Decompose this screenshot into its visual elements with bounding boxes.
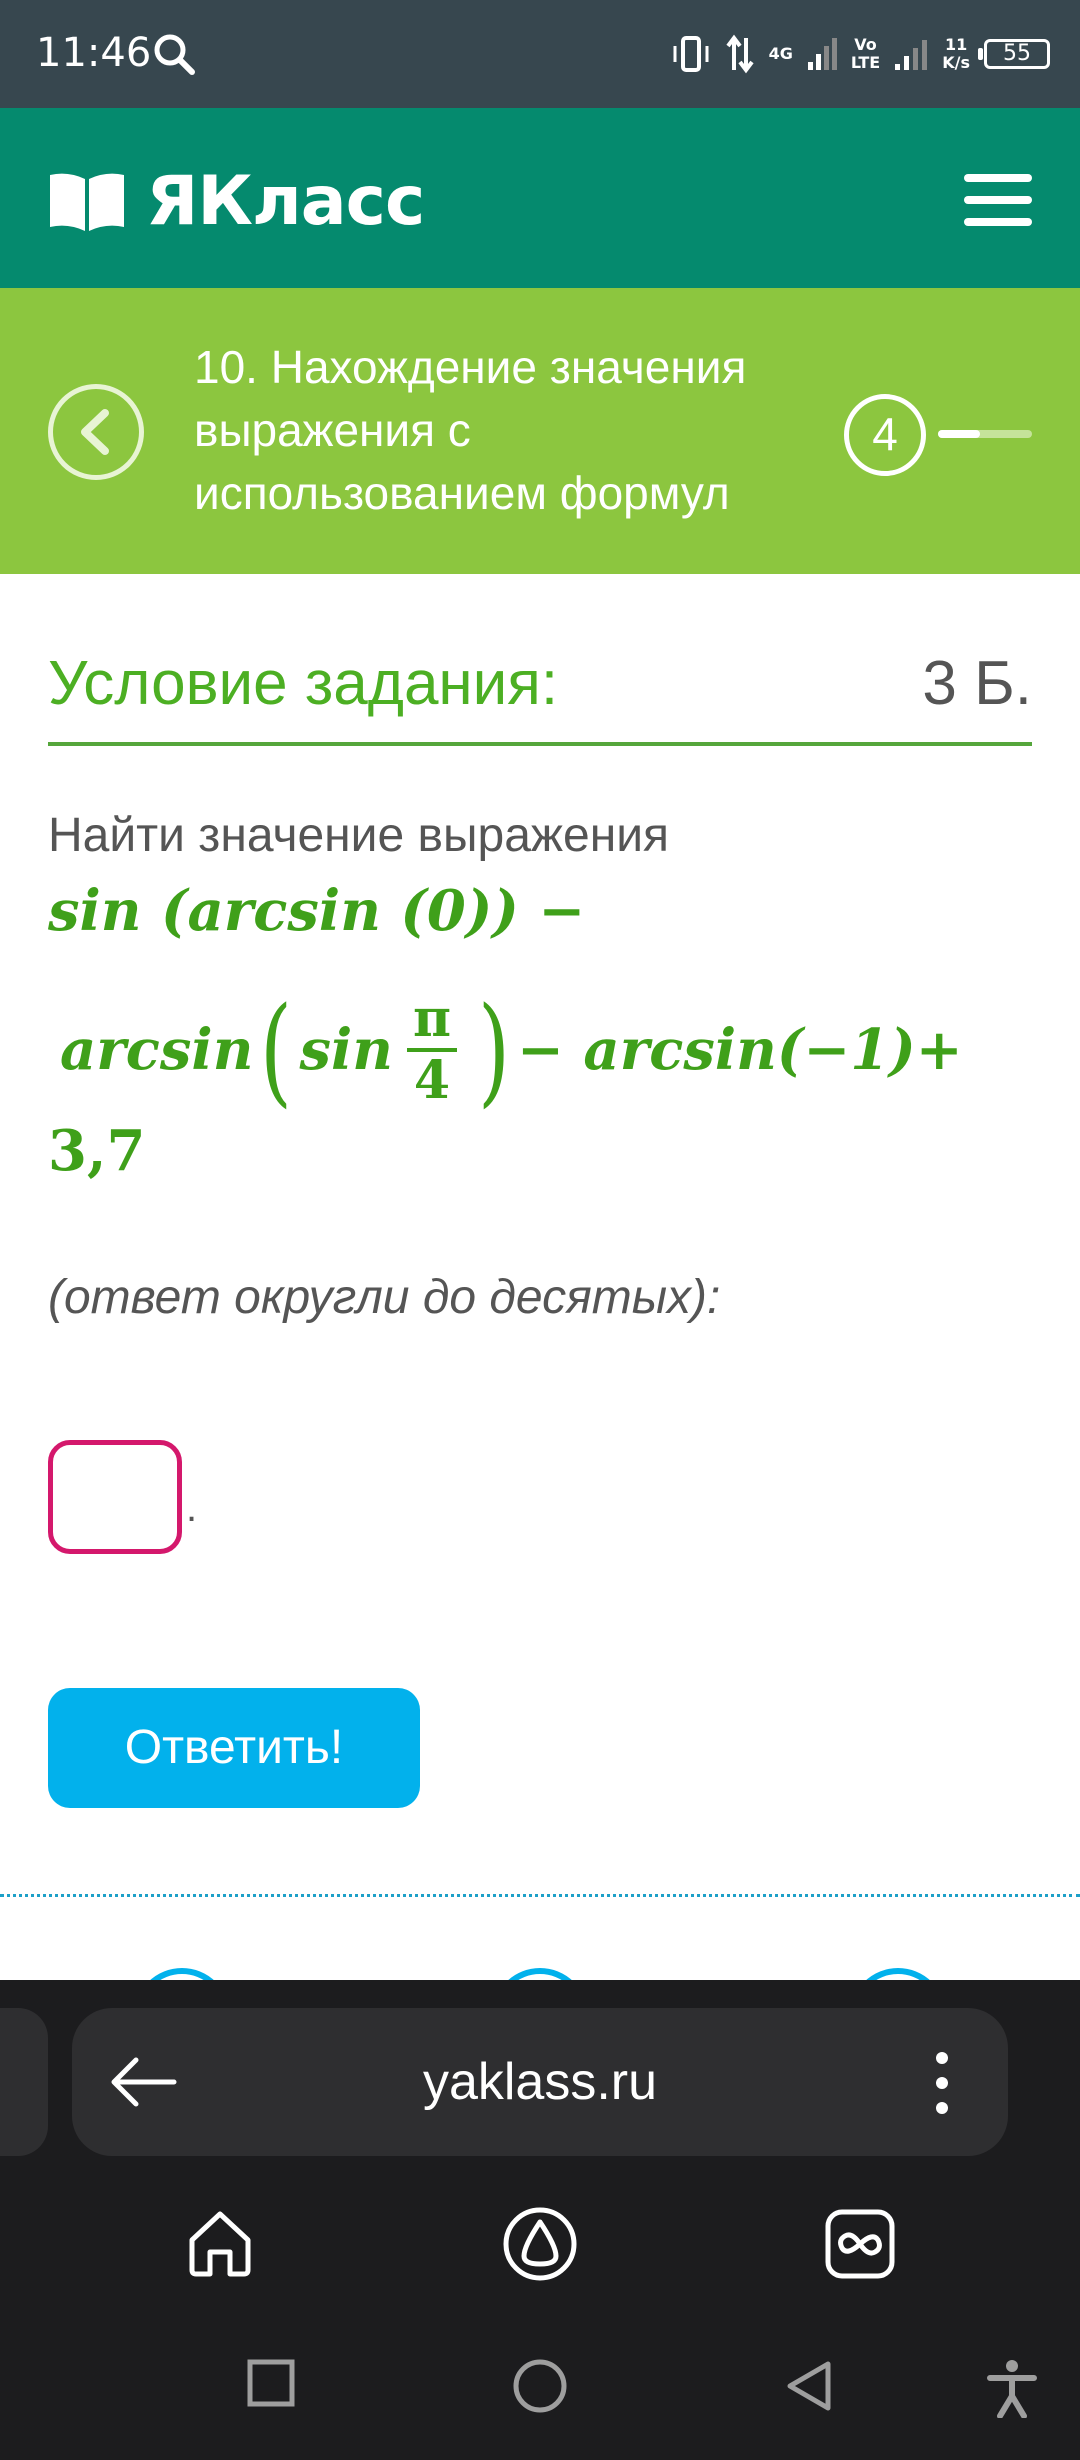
logo-text: ЯКласс [146, 162, 425, 241]
app-header: ЯКласс [0, 108, 1080, 288]
url-text[interactable]: yaklass.ru [72, 2008, 1008, 2156]
tab-peek[interactable] [0, 2008, 48, 2156]
more-options-icon[interactable] [936, 2052, 952, 2114]
signal-icon [807, 38, 837, 70]
math-expression-line-1: sin (arcsin (0)) − [48, 878, 586, 944]
home-circle-icon[interactable] [512, 2358, 568, 2414]
step-number[interactable]: 4 [844, 394, 926, 476]
menu-line [964, 218, 1032, 226]
answer-input[interactable] [48, 1440, 182, 1554]
home-icon[interactable] [182, 2206, 258, 2282]
math-expression-line-3: 3,7 [48, 1118, 146, 1184]
back-arrow-icon[interactable] [108, 2052, 178, 2112]
math-expression-line-2: arcsin ( sin π 4 ) − arcsin(−1)+ [60, 990, 963, 1110]
math-open-paren: ( [260, 981, 293, 1119]
back-button[interactable] [48, 384, 144, 480]
answer-hint: (ответ округли до десятых): [48, 1271, 721, 1324]
topic-title: 10. Нахождение значения выражения с испо… [194, 341, 747, 519]
answer-suffix: . [186, 1486, 198, 1530]
menu-line [964, 174, 1032, 182]
volte-label: Vo LTE [850, 35, 881, 72]
services-icon[interactable] [822, 2206, 898, 2282]
math-fraction: π 4 [406, 988, 457, 1111]
submit-answer-button[interactable]: Ответить! [48, 1688, 420, 1808]
url-bar[interactable]: yaklass.ru [72, 2008, 1008, 2156]
section-divider [0, 1894, 1080, 1897]
chevron-left-icon [81, 409, 109, 455]
network-4g-label: 4G [768, 44, 793, 63]
task-title: Условие задания: [48, 649, 559, 718]
assistant-icon[interactable] [502, 2206, 578, 2282]
math-sin: sin [299, 1017, 393, 1083]
signal-icon-2 [895, 40, 928, 70]
status-icons: 4G Vo LTE 11 K/s 55 [671, 26, 1050, 82]
fraction-denominator: 4 [413, 1050, 451, 1111]
back-triangle-icon[interactable] [784, 2358, 834, 2414]
task-prompt: Найти значение выражения [48, 809, 670, 862]
vibrate-icon [673, 36, 709, 72]
status-bar: 11:46 4G Vo LTE 11 K/s 55 [0, 0, 1080, 108]
hamburger-menu-button[interactable] [964, 174, 1032, 226]
logo[interactable]: ЯКласс [48, 162, 425, 241]
network-speed: 11 K/s [942, 35, 970, 72]
book-logo-icon [50, 173, 124, 231]
task-header: Условие задания: 3 Б. [48, 640, 1032, 746]
task-points: 3 Б. [922, 649, 1032, 718]
math-arcsin: arcsin [60, 1017, 254, 1083]
math-rest: − arcsin(−1)+ [517, 1017, 963, 1083]
step-progress-bar [938, 430, 1032, 438]
recent-apps-icon[interactable] [246, 2358, 296, 2408]
system-navigation-bar [0, 2320, 1080, 2460]
search-icon [154, 34, 195, 75]
status-time: 11:46 [36, 30, 152, 76]
math-close-paren: ) [477, 981, 511, 1119]
menu-line [964, 196, 1032, 204]
accessibility-icon[interactable] [984, 2358, 1040, 2418]
topic-bar: 10. Нахождение значения выражения с испо… [0, 288, 1080, 574]
battery-indicator: 55 [978, 39, 1050, 69]
fraction-numerator: π [412, 988, 451, 1049]
data-transfer-icon [725, 34, 754, 74]
step-progress-fill [938, 430, 981, 438]
